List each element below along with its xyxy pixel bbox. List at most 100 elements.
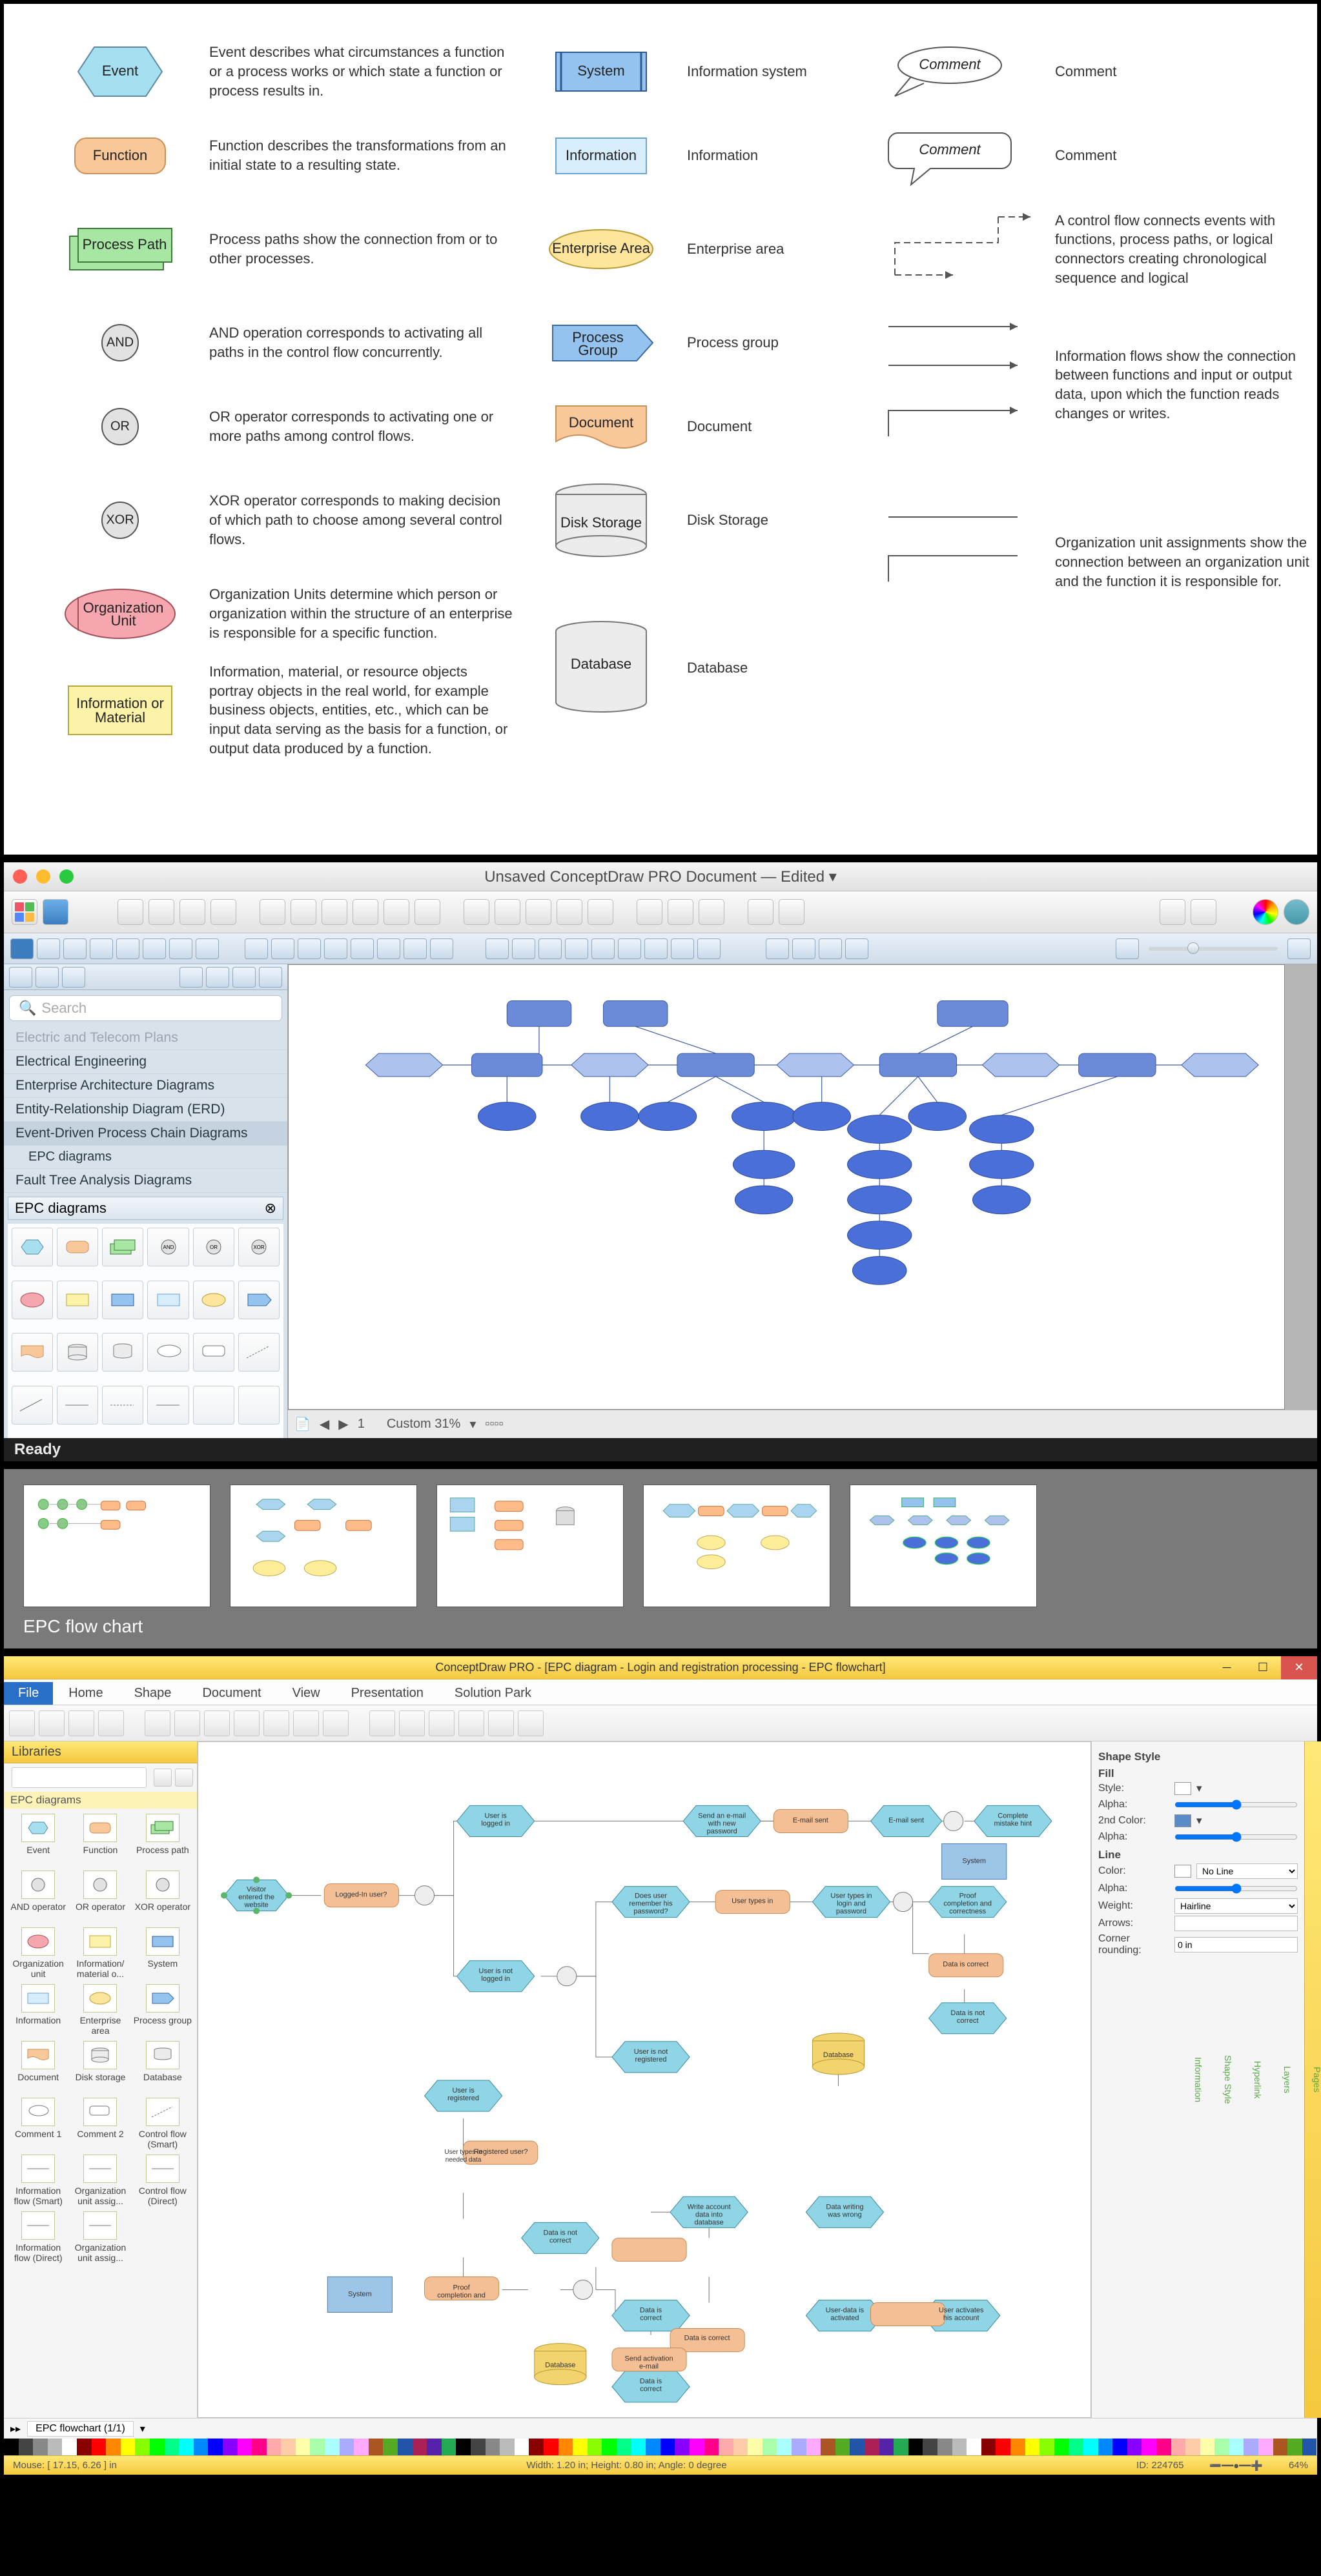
tool-icon[interactable] (118, 899, 143, 925)
fit-icon[interactable] (792, 938, 815, 959)
stencil-item[interactable] (57, 1281, 98, 1319)
stencil-item[interactable]: OR operator (71, 1871, 129, 1923)
ribbon-tab[interactable]: Shape (119, 1682, 187, 1705)
tool-icon[interactable] (174, 1710, 200, 1736)
tool2-icon[interactable] (404, 938, 427, 959)
stencil-item[interactable]: Disk storage (71, 2041, 129, 2094)
minimize-icon[interactable]: ─ (1209, 1656, 1245, 1679)
canvas-area[interactable]: 📄◀▶1 Custom 31%▾ ▫▫▫▫ (288, 964, 1317, 1438)
stencil-item[interactable] (57, 1333, 98, 1372)
nav-item[interactable]: Electric and Telecom Plans (4, 1026, 287, 1050)
tool-icon[interactable] (148, 899, 174, 925)
stencil-item[interactable] (102, 1228, 143, 1266)
lib-btn-icon[interactable] (154, 1769, 172, 1787)
stencil-item[interactable]: Document (9, 2041, 67, 2094)
stencil-item[interactable]: Enterprise area (71, 1984, 129, 2037)
thumb[interactable] (850, 1485, 1037, 1607)
stencil-item[interactable]: System (134, 1927, 192, 1980)
stencil-item[interactable]: Information (9, 1984, 67, 2037)
stencil-item[interactable]: Event (9, 1814, 67, 1867)
lib-icon[interactable] (232, 967, 256, 988)
tool2-icon[interactable] (486, 938, 509, 959)
stencil-item[interactable] (238, 1333, 280, 1372)
tool-icon[interactable] (204, 1710, 230, 1736)
tool2-icon[interactable] (538, 938, 562, 959)
tool-icon[interactable] (323, 1710, 349, 1736)
stencil-item[interactable]: XOR operator (134, 1871, 192, 1923)
stencil-item[interactable] (147, 1386, 189, 1425)
stencil-item[interactable]: Comment 2 (71, 2098, 129, 2151)
zoomin-icon[interactable] (1287, 938, 1311, 959)
info-icon[interactable] (1284, 899, 1309, 925)
sheet-tabs[interactable]: ▸▸EPC flowchart (1/1)▾ (4, 2418, 1317, 2439)
stencil-item[interactable] (12, 1281, 53, 1319)
tool-icon[interactable] (668, 899, 693, 925)
nav-subitem[interactable]: EPC diagrams (4, 1146, 287, 1169)
lib-icon[interactable] (9, 967, 32, 988)
stencil-item[interactable] (57, 1386, 98, 1425)
tool2-icon[interactable] (271, 938, 294, 959)
tool2-icon[interactable] (90, 938, 113, 959)
tool2-icon[interactable] (116, 938, 139, 959)
nav-item[interactable]: Enterprise Architecture Diagrams (4, 1074, 287, 1098)
stencil-item[interactable]: Process path (134, 1814, 192, 1867)
zoom-icon[interactable] (766, 938, 789, 959)
stencil-item[interactable]: AND (147, 1228, 189, 1266)
stencil-item[interactable]: Control flow (Direct) (134, 2155, 192, 2207)
tool2-icon[interactable] (245, 938, 268, 959)
eyedropper-icon[interactable] (845, 938, 868, 959)
tool-icon[interactable] (1160, 899, 1185, 925)
close-icon[interactable]: ⊗ (265, 1200, 276, 1217)
tool-icon[interactable] (145, 1710, 170, 1736)
alpha-slider[interactable] (1174, 1797, 1298, 1812)
zoomout-icon[interactable] (1116, 938, 1139, 959)
tool2-icon[interactable] (512, 938, 535, 959)
tool2-icon[interactable] (618, 938, 641, 959)
tool2-icon[interactable] (644, 938, 668, 959)
tool2-icon[interactable] (351, 938, 374, 959)
style-swatch[interactable] (1174, 1782, 1191, 1795)
file-tab[interactable]: File (4, 1682, 53, 1705)
stencil-item[interactable] (12, 1333, 53, 1372)
tool2-icon[interactable] (196, 938, 219, 959)
tool-icon[interactable] (779, 899, 804, 925)
color-palette[interactable] (4, 2439, 1317, 2455)
titlebar[interactable]: Unsaved ConceptDraw PRO Document — Edite… (4, 862, 1317, 891)
tool-icon[interactable] (68, 1710, 94, 1736)
lib-btn-icon[interactable] (175, 1769, 193, 1787)
tool-icon[interactable] (291, 899, 316, 925)
nav-item[interactable]: Fault Tree Analysis Diagrams (4, 1169, 287, 1193)
ribbon-tab[interactable]: Solution Park (439, 1682, 547, 1705)
titlebar[interactable]: ConceptDraw PRO - [EPC diagram - Login a… (4, 1656, 1317, 1679)
linecolor-select[interactable]: No Line (1196, 1863, 1298, 1879)
tool2-icon[interactable] (324, 938, 347, 959)
print-icon[interactable] (819, 938, 842, 959)
stencil-item[interactable]: Function (71, 1814, 129, 1867)
thumb[interactable] (230, 1485, 417, 1607)
tool-icon[interactable] (293, 1710, 319, 1736)
stencil-item[interactable] (238, 1281, 280, 1319)
search-input[interactable]: 🔍 Search (9, 995, 282, 1021)
tool-icon[interactable] (369, 1710, 395, 1736)
stencil-item[interactable] (147, 1281, 189, 1319)
canvas[interactable]: Visitorentered thewebsite Logged-In user… (198, 1741, 1091, 2418)
appgrid-icon[interactable] (12, 899, 37, 925)
tool2-icon[interactable] (169, 938, 192, 959)
tool2-icon[interactable] (591, 938, 615, 959)
tool-icon[interactable] (748, 899, 773, 925)
stencil-item[interactable]: AND operator (9, 1871, 67, 1923)
alpha-slider[interactable] (1174, 1881, 1298, 1896)
nav-item[interactable]: Entity-Relationship Diagram (ERD) (4, 1098, 287, 1122)
save-icon[interactable] (43, 899, 68, 925)
tool2-icon[interactable] (565, 938, 588, 959)
tool2-icon[interactable] (697, 938, 721, 959)
tool2-icon[interactable] (298, 938, 321, 959)
stencil-item[interactable] (102, 1333, 143, 1372)
nav-item[interactable]: Electrical Engineering (4, 1050, 287, 1074)
tool-icon[interactable] (495, 899, 520, 925)
scroll-bar[interactable]: 📄◀▶1 Custom 31%▾ ▫▫▫▫ (288, 1410, 1317, 1438)
tool-icon[interactable] (526, 899, 551, 925)
lib-icon[interactable] (62, 967, 85, 988)
ribbon-tab[interactable]: View (277, 1682, 336, 1705)
tool-icon[interactable] (458, 1710, 484, 1736)
